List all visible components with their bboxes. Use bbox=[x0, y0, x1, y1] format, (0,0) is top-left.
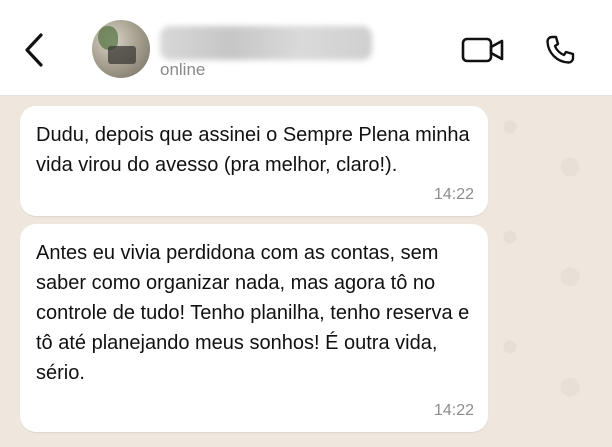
avatar-laptop bbox=[108, 46, 136, 64]
contact-status: online bbox=[160, 60, 206, 79]
chat-header: online bbox=[0, 0, 612, 96]
chevron-left-icon bbox=[25, 33, 43, 67]
contact-name-blurred[interactable] bbox=[160, 26, 372, 60]
message-time: 14:22 bbox=[433, 186, 474, 203]
video-call-button[interactable] bbox=[460, 34, 506, 66]
chat-screen: online Dudu, depois que assinei o Sempre… bbox=[0, 0, 612, 447]
message-text: Antes eu vivia perdidona com as contas, … bbox=[36, 242, 470, 384]
voice-call-button[interactable] bbox=[540, 32, 580, 68]
message-text: Dudu, depois que assinei o Sempre Plena … bbox=[36, 124, 470, 176]
chat-messages[interactable]: Dudu, depois que assinei o Sempre Plena … bbox=[0, 97, 612, 447]
message-bubble[interactable]: Antes eu vivia perdidona com as contas, … bbox=[20, 224, 488, 432]
contact-avatar[interactable] bbox=[92, 20, 150, 78]
video-camera-icon bbox=[461, 37, 504, 63]
message-bubble[interactable]: Dudu, depois que assinei o Sempre Plena … bbox=[20, 106, 488, 216]
back-button[interactable] bbox=[18, 30, 50, 70]
message-time: 14:22 bbox=[433, 402, 474, 419]
phone-icon bbox=[546, 35, 575, 64]
